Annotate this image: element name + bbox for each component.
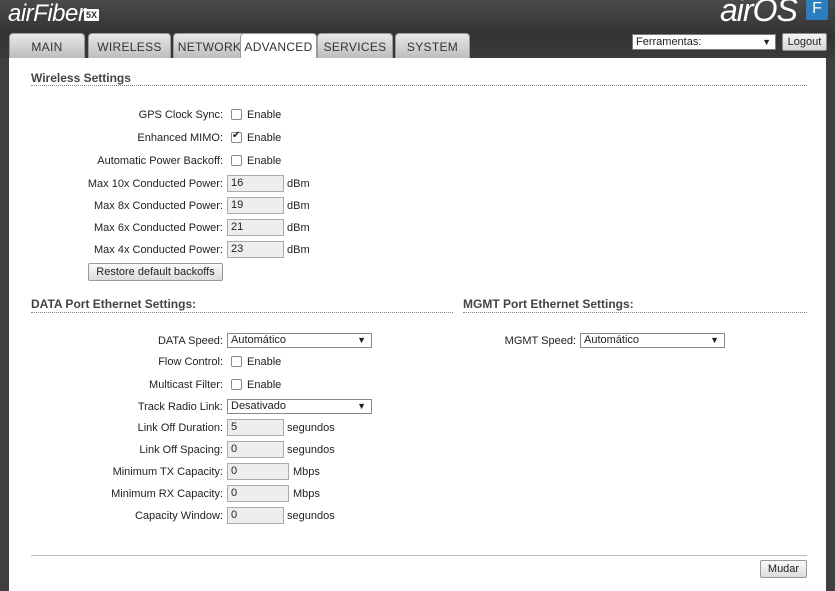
capacity-window-label: Capacity Window: (134, 510, 223, 522)
backoff-enable-label: Enable (247, 155, 282, 167)
link-off-spacing-input[interactable]: 0 (227, 441, 284, 458)
brand-model-badge: 5X (84, 9, 100, 21)
mgmt-port-settings-title: MGMT Port Ethernet Settings: (463, 297, 634, 311)
auto-power-backoff-label: Automatic Power Backoff: (97, 155, 223, 167)
wireless-settings-title: Wireless Settings (31, 71, 131, 85)
link-off-duration-label: Link Off Duration: (137, 422, 223, 434)
tab-system[interactable]: SYSTEM (395, 33, 470, 58)
settings-panel: Wireless Settings GPS Clock Sync: Enable… (9, 58, 826, 591)
min-tx-capacity-label: Minimum TX Capacity: (112, 466, 223, 478)
tools-dropdown-value: Ferramentas: (636, 36, 702, 48)
multicast-filter-label: Multicast Filter: (149, 379, 223, 391)
max-8x-power-label: Max 8x Conducted Power: (93, 200, 223, 212)
multicast-filter-checkbox[interactable] (231, 379, 242, 390)
os-badge: F (806, 0, 828, 20)
flow-enable-label: Enable (247, 356, 282, 368)
min-rx-capacity-unit: Mbps (293, 488, 320, 500)
tab-wireless[interactable]: WIRELESS (88, 33, 171, 58)
max-4x-power-input[interactable]: 23 (227, 241, 284, 258)
link-off-spacing-unit: segundos (287, 444, 335, 456)
auto-power-backoff-checkbox[interactable] (231, 155, 242, 166)
mgmt-speed-value: Automático (584, 334, 640, 346)
data-port-divider (31, 312, 453, 313)
min-tx-capacity-unit: Mbps (293, 466, 320, 478)
mgmt-port-divider (463, 312, 807, 313)
chevron-down-icon: ▼ (357, 401, 366, 411)
max-6x-power-input[interactable]: 21 (227, 219, 284, 236)
flow-control-checkbox[interactable] (231, 356, 242, 367)
data-speed-label: DATA Speed: (157, 335, 223, 347)
link-off-duration-unit: segundos (287, 422, 335, 434)
track-radio-link-label: Track Radio Link: (137, 401, 223, 413)
save-button[interactable]: Mudar (760, 560, 807, 578)
multicast-enable-label: Enable (247, 379, 282, 391)
chevron-down-icon: ▼ (357, 335, 366, 345)
logout-button[interactable]: Logout (782, 33, 827, 51)
track-radio-link-value: Desativado (231, 400, 287, 412)
chevron-down-icon: ▼ (762, 37, 771, 47)
tab-services[interactable]: SERVICES (317, 33, 393, 58)
footer-divider (31, 555, 807, 556)
mgmt-speed-label: MGMT Speed: (504, 335, 576, 347)
min-tx-capacity-input[interactable]: 0 (227, 463, 289, 480)
wireless-settings-divider (31, 85, 807, 86)
mgmt-speed-select[interactable]: Automático ▼ (580, 333, 725, 348)
enhanced-mimo-label: Enhanced MIMO: (137, 132, 223, 144)
flow-control-label: Flow Control: (158, 356, 223, 368)
gps-clock-sync-checkbox[interactable] (231, 109, 242, 120)
tab-advanced[interactable]: ADVANCED (240, 33, 317, 59)
max-10x-power-input[interactable]: 16 (227, 175, 284, 192)
max-6x-power-unit: dBm (287, 222, 310, 234)
max-4x-power-label: Max 4x Conducted Power: (93, 244, 223, 256)
link-off-duration-input[interactable]: 5 (227, 419, 284, 436)
max-6x-power-label: Max 6x Conducted Power: (93, 222, 223, 234)
tab-network[interactable]: NETWORK (173, 33, 246, 58)
brand-logo: airFiber (8, 0, 86, 27)
enhanced-mimo-checkbox[interactable] (231, 130, 242, 143)
tools-dropdown[interactable]: Ferramentas: ▼ (632, 34, 776, 50)
tab-main[interactable]: MAIN (9, 33, 85, 58)
link-off-spacing-label: Link Off Spacing: (139, 444, 223, 456)
data-speed-value: Automático (231, 334, 287, 346)
restore-default-backoffs-button[interactable]: Restore default backoffs (88, 263, 223, 281)
gps-clock-sync-label: GPS Clock Sync: (138, 109, 223, 121)
chevron-down-icon: ▼ (710, 335, 719, 345)
min-rx-capacity-label: Minimum RX Capacity: (111, 488, 223, 500)
min-rx-capacity-input[interactable]: 0 (227, 485, 289, 502)
capacity-window-input[interactable]: 0 (227, 507, 284, 524)
capacity-window-unit: segundos (287, 510, 335, 522)
os-title: airOS (720, 0, 798, 28)
track-radio-link-select[interactable]: Desativado ▼ (227, 399, 372, 414)
max-8x-power-unit: dBm (287, 200, 310, 212)
mimo-enable-label: Enable (247, 132, 282, 144)
data-speed-select[interactable]: Automático ▼ (227, 333, 372, 348)
max-8x-power-input[interactable]: 19 (227, 197, 284, 214)
header-bar: airFiber 5X airOS F MAIN WIRELESS NETWOR… (0, 0, 835, 59)
max-10x-power-label: Max 10x Conducted Power: (87, 178, 223, 190)
max-10x-power-unit: dBm (287, 178, 310, 190)
max-4x-power-unit: dBm (287, 244, 310, 256)
data-port-settings-title: DATA Port Ethernet Settings: (31, 297, 197, 311)
gps-enable-label: Enable (247, 109, 282, 121)
